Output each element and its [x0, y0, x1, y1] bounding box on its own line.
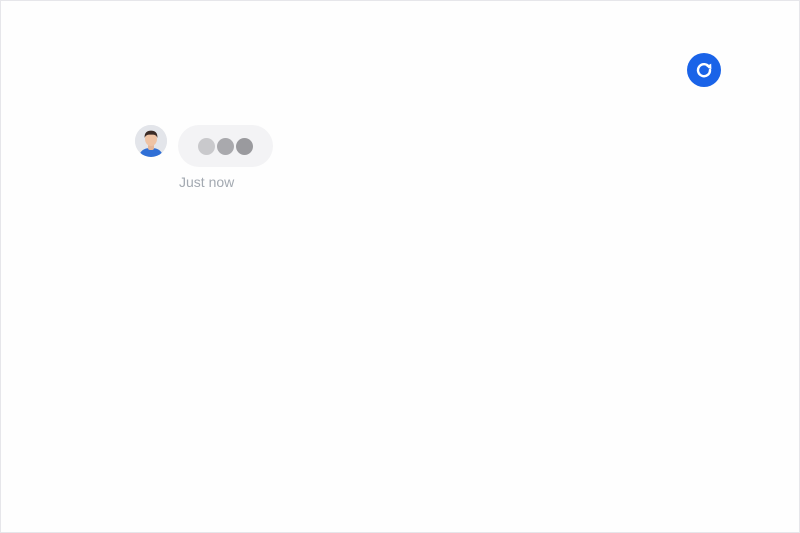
typing-dot — [217, 137, 234, 155]
refresh-button[interactable] — [687, 53, 721, 87]
typing-dot — [236, 137, 253, 155]
typing-dot — [198, 137, 215, 155]
refresh-icon — [696, 63, 712, 78]
user-avatar-icon — [135, 125, 167, 157]
chat-window: Just now — [0, 0, 800, 533]
typing-indicator — [178, 125, 273, 167]
message-timestamp: Just now — [179, 174, 235, 190]
avatar — [135, 125, 167, 157]
